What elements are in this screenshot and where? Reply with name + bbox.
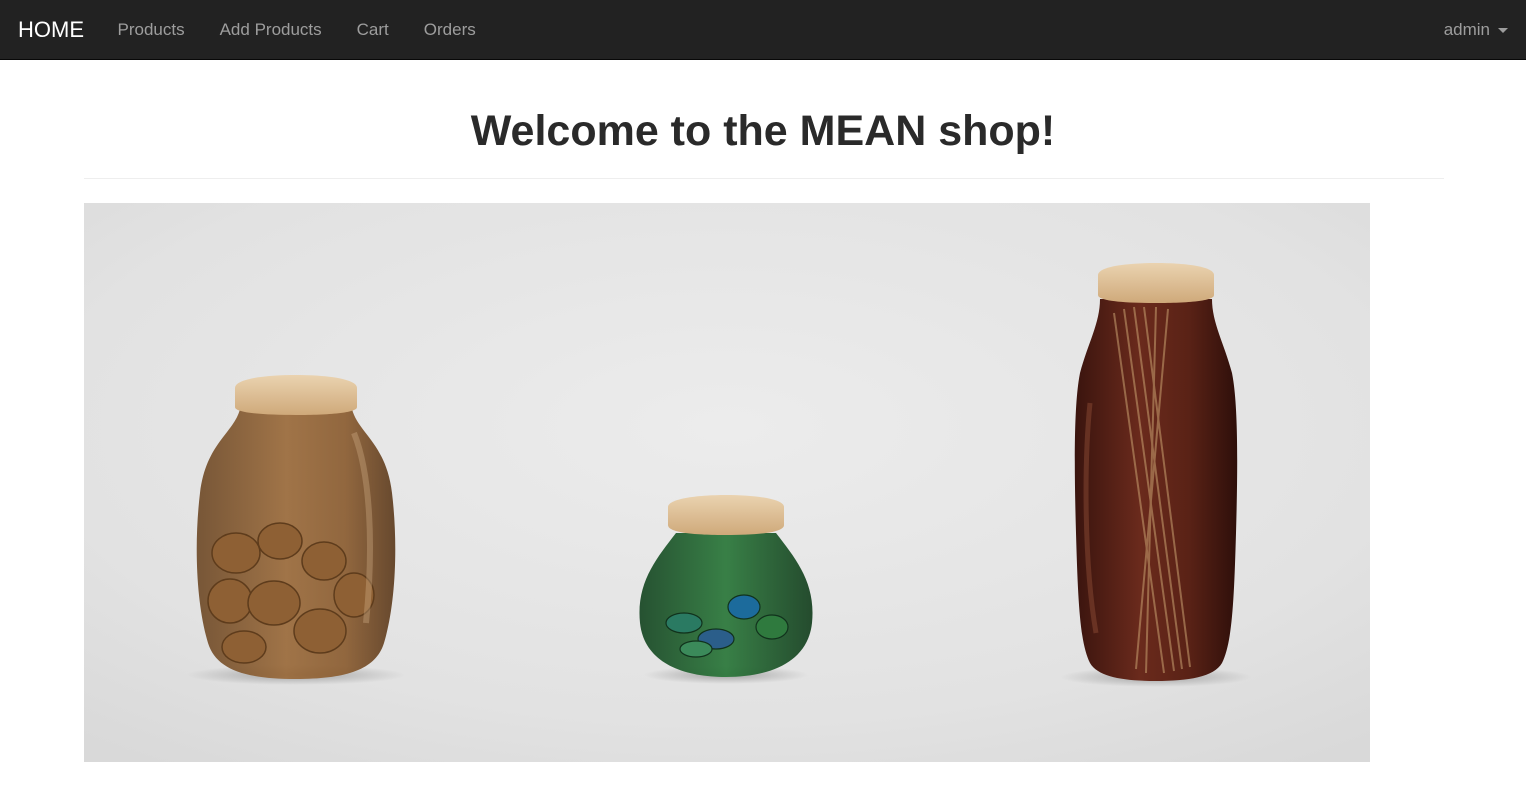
caret-down-icon bbox=[1498, 27, 1508, 33]
nav-link-products[interactable]: Products bbox=[100, 0, 202, 60]
nav-links: Products Add Products Cart Orders bbox=[100, 0, 493, 60]
nav-link-add-products[interactable]: Add Products bbox=[202, 0, 339, 60]
nav-link-orders[interactable]: Orders bbox=[406, 0, 493, 60]
page-title: Welcome to the MEAN shop! bbox=[470, 107, 1056, 155]
top-navbar: HOME Products Add Products Cart Orders a… bbox=[0, 0, 1526, 60]
hero-image bbox=[84, 203, 1370, 762]
user-menu-dropdown[interactable]: admin bbox=[1444, 0, 1508, 60]
title-divider bbox=[84, 178, 1444, 179]
user-name: admin bbox=[1443, 20, 1490, 39]
nav-link-cart[interactable]: Cart bbox=[339, 0, 406, 60]
home-link[interactable]: HOME bbox=[18, 0, 84, 60]
